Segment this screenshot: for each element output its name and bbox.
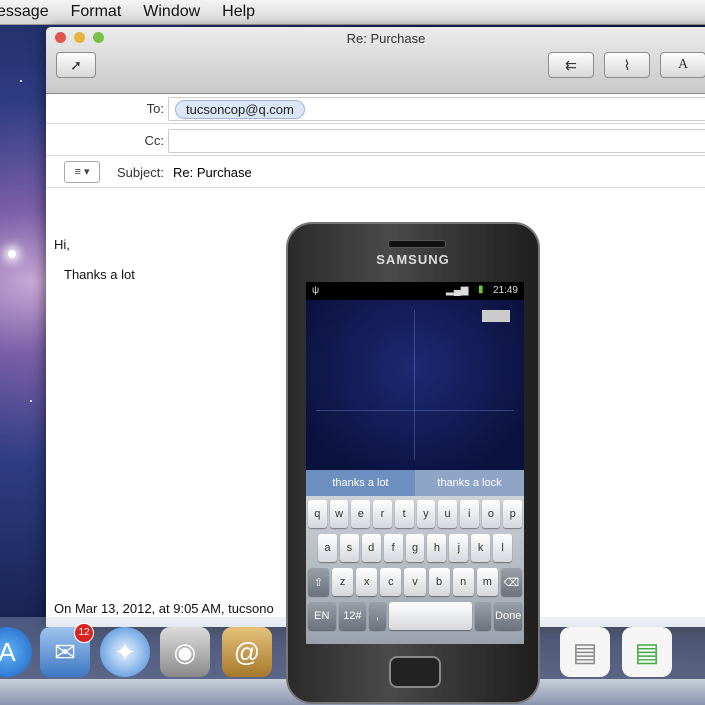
suggestion-primary[interactable]: thanks a lot — [306, 470, 415, 496]
phone-widget — [482, 310, 510, 322]
subject-row: ≡ ▾ Subject: Re: Purchase — [46, 157, 705, 188]
window-titlebar: Re: Purchase ➚ ⇇ ⌇ A — [46, 27, 705, 94]
key-row: a s d f g h j k l — [318, 534, 513, 562]
message-line[interactable]: Thanks a lot — [64, 267, 135, 282]
font-icon: A — [677, 57, 689, 72]
key-y[interactable]: y — [416, 500, 436, 528]
key-l[interactable]: l — [493, 534, 513, 562]
address-book-icon[interactable]: @ — [222, 627, 272, 677]
document-icon[interactable]: ▤ — [622, 627, 672, 677]
facetime-icon[interactable]: ◉ — [160, 627, 210, 677]
format-menu[interactable]: ≡ ▾ — [64, 161, 100, 183]
space-key[interactable] — [388, 602, 472, 630]
key-h[interactable]: h — [427, 534, 447, 562]
reply-all-icon: ⇇ — [565, 56, 577, 73]
key-k[interactable]: k — [471, 534, 491, 562]
greeting-text: Hi, — [54, 237, 70, 252]
key-c[interactable]: c — [380, 568, 402, 596]
key-f[interactable]: f — [383, 534, 403, 562]
comma-key[interactable]: , — [369, 602, 386, 630]
key-v[interactable]: v — [404, 568, 426, 596]
to-row: To: tucsoncop@q.com — [46, 93, 705, 124]
phone-wallpaper — [306, 300, 524, 470]
key-row: EN 12# , Done — [308, 602, 522, 630]
phone-keyboard: q w e r t y u i o p a s d f g h j k l ⇧ … — [306, 496, 524, 644]
signal-icon: ▂▄▆ — [446, 285, 469, 296]
recipient-token[interactable]: tucsoncop@q.com — [175, 100, 305, 119]
send-button[interactable]: ➚ — [56, 52, 96, 78]
document-icon[interactable]: ▤ — [560, 627, 610, 677]
key-row: q w e r t y u i o p — [308, 500, 523, 528]
phone-clock: 21:49 — [492, 285, 518, 296]
key-u[interactable]: u — [438, 500, 457, 528]
key-s[interactable]: s — [339, 534, 359, 562]
attach-button[interactable]: ⌇ — [604, 52, 650, 78]
key-q[interactable]: q — [308, 500, 327, 528]
key-x[interactable]: x — [356, 568, 378, 596]
paperclip-icon: ⌇ — [623, 56, 631, 73]
app-store-icon[interactable]: A — [0, 627, 32, 677]
crosshair-vertical — [414, 310, 415, 460]
quoted-header: On Mar 13, 2012, at 9:05 AM, tucsono — [54, 601, 274, 616]
key-o[interactable]: o — [481, 500, 501, 528]
key-p[interactable]: p — [503, 500, 523, 528]
cc-label: Cc: — [144, 133, 165, 148]
phone-speaker — [388, 240, 446, 248]
key-r[interactable]: r — [373, 500, 392, 528]
key-z[interactable]: z — [332, 568, 354, 596]
key-row: ⇧ z x c v b n m ⌫ — [308, 568, 522, 596]
key-a[interactable]: a — [318, 534, 337, 562]
key-n[interactable]: n — [452, 568, 474, 596]
symbols-key[interactable]: 12# — [338, 602, 367, 630]
key-g[interactable]: g — [405, 534, 425, 562]
to-label: To: — [146, 101, 164, 116]
backspace-key[interactable]: ⌫ — [500, 568, 522, 596]
usb-icon: ψ — [312, 285, 320, 296]
safari-icon[interactable]: ✦ — [100, 627, 150, 677]
fonts-button[interactable]: A — [660, 52, 705, 78]
star — [8, 250, 16, 258]
menu-window[interactable]: Window — [143, 3, 200, 21]
key-d[interactable]: d — [361, 534, 381, 562]
phone-brand: SAMSUNG — [376, 252, 450, 267]
samsung-phone-image: SAMSUNG ψ ▂▄▆ ▮ 21:49 thanks a lot thank… — [286, 222, 540, 704]
key-m[interactable]: m — [476, 568, 498, 596]
suggestion-bar: thanks a lot thanks a lock — [306, 470, 524, 496]
period-key[interactable] — [474, 602, 492, 630]
key-j[interactable]: j — [449, 534, 469, 562]
battery-icon: ▮ — [478, 284, 484, 295]
key-i[interactable]: i — [459, 500, 479, 528]
crosshair-horizontal — [316, 410, 514, 411]
key-t[interactable]: t — [394, 500, 414, 528]
done-key[interactable]: Done — [494, 602, 522, 630]
window-title: Re: Purchase — [346, 31, 426, 46]
phone-home-button — [389, 656, 441, 688]
key-e[interactable]: e — [351, 500, 371, 528]
menu-bar: essage Format Window Help — [0, 0, 705, 25]
subject-value: Re: Purchase — [173, 165, 252, 180]
language-key[interactable]: EN — [308, 602, 336, 630]
star — [20, 80, 22, 82]
menu-help[interactable]: Help — [222, 3, 255, 21]
key-b[interactable]: b — [428, 568, 450, 596]
shift-key[interactable]: ⇧ — [308, 568, 330, 596]
to-field[interactable]: tucsoncop@q.com — [168, 97, 705, 121]
menu-message[interactable]: essage — [0, 3, 49, 21]
mail-badge: 12 — [74, 623, 94, 643]
send-icon: ➚ — [70, 56, 82, 73]
key-w[interactable]: w — [329, 500, 349, 528]
star — [30, 400, 32, 402]
reply-all-button[interactable]: ⇇ — [548, 52, 594, 78]
menu-format[interactable]: Format — [71, 3, 122, 21]
subject-field[interactable]: Re: Purchase — [168, 161, 705, 183]
cc-field[interactable] — [168, 129, 705, 153]
cc-row: Cc: — [46, 125, 705, 156]
suggestion-secondary[interactable]: thanks a lock — [415, 470, 524, 496]
subject-label: Subject: — [117, 165, 164, 180]
phone-screen: ψ ▂▄▆ ▮ 21:49 thanks a lot thanks a lock… — [306, 282, 524, 644]
phone-status-bar: ψ ▂▄▆ ▮ 21:49 — [306, 282, 524, 300]
